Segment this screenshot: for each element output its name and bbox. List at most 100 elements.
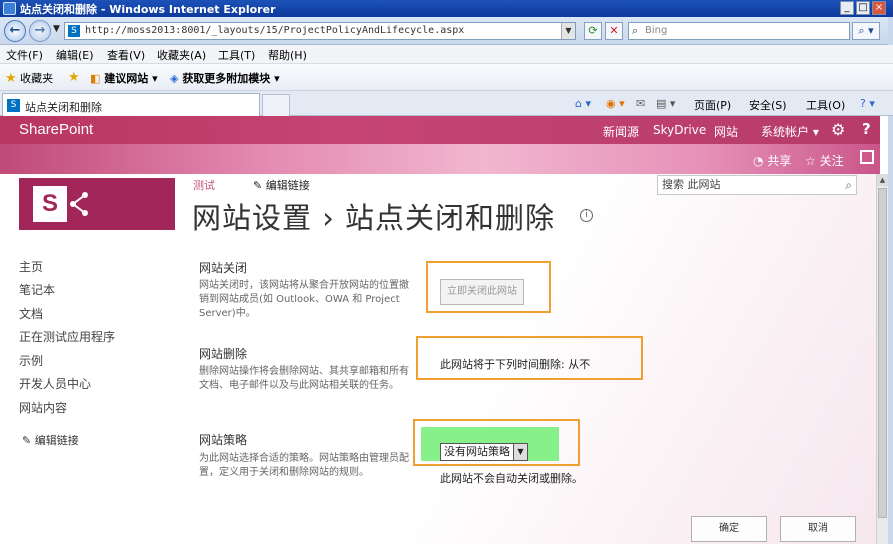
menu-edit[interactable]: 编辑(E) (56, 47, 94, 63)
tab-title: 站点关闭和删除 (25, 101, 102, 114)
search-placeholder: Bing (645, 25, 668, 36)
edit-links-top[interactable]: ✎ 编辑链接 (253, 177, 310, 193)
ribbon-bar: ◔ 共享 ☆ 关注 (0, 144, 880, 174)
new-tab-button[interactable] (262, 94, 290, 116)
close-section-description: 网站关闭时，该网站将从聚合开放网站的位置撤销到网站成员(如 Outlook、OW… (199, 280, 409, 319)
edit-links-nav[interactable]: ✎ 编辑链接 (22, 432, 79, 448)
suite-link-sites[interactable]: 网站 (714, 123, 738, 140)
policy-section-heading: 网站策略 (199, 433, 248, 447)
edit-links-nav-label: 编辑链接 (34, 434, 79, 447)
get-addons-button[interactable]: ◈ 获取更多附加模块 ▾ (170, 70, 280, 86)
settings-gear-icon[interactable]: ⚙ (831, 120, 845, 139)
read-mail-icon[interactable]: ✉ (636, 97, 645, 110)
browser-tab[interactable]: S 站点关闭和删除 (2, 93, 260, 116)
print-icon[interactable]: ▤ ▾ (656, 97, 675, 110)
menu-help[interactable]: 帮助(H) (268, 47, 307, 63)
account-name: 系统帐户 (761, 125, 810, 139)
search-go-button[interactable]: ⌕ ▾ (852, 22, 880, 40)
delete-section-description: 删除网站操作将会删除网站、其共享邮箱和所有文档、电子邮件以及与此网站相关联的任务… (199, 366, 409, 391)
page-menu[interactable]: 页面(P) (694, 97, 731, 113)
stop-icon[interactable]: ✕ (605, 22, 623, 40)
site-logo[interactable]: S (19, 178, 175, 230)
suggested-sites-button[interactable]: ◧ 建议网站 ▾ (90, 70, 158, 86)
share-label: 共享 (767, 154, 792, 168)
close-window-button[interactable]: × (872, 1, 886, 15)
scroll-up-icon[interactable]: ▲ (877, 174, 888, 186)
cancel-button[interactable]: 取消 (780, 516, 856, 542)
close-site-now-button[interactable]: 立即关闭此网站 (440, 279, 524, 305)
add-favorite-icon[interactable]: ★ (68, 70, 80, 85)
info-icon[interactable]: i (580, 209, 593, 222)
address-url: http://moss2013:8001/_layouts/15/Project… (85, 25, 465, 36)
addons-icon: ◈ (170, 72, 179, 85)
delete-schedule-text: 此网站将于下列时间删除: 从不 (440, 358, 591, 371)
help-icon[interactable]: ? ▾ (860, 97, 875, 110)
pencil-icon: ✎ (22, 434, 32, 447)
address-dropdown-icon[interactable]: ▼ (561, 23, 575, 39)
safety-menu[interactable]: 安全(S) (749, 97, 787, 113)
breadcrumb-site-link[interactable]: 测试 (193, 177, 215, 193)
tab-sharepoint-icon: S (7, 99, 20, 112)
search-icon[interactable]: ⌕ (845, 176, 852, 194)
favorites-button[interactable]: ★ 收藏夹 (5, 70, 53, 86)
minimize-button[interactable]: _ (840, 1, 854, 15)
recent-pages-icon[interactable]: ▼ (53, 24, 60, 34)
home-icon[interactable]: ⌂ ▾ (575, 97, 591, 110)
tools-menu[interactable]: 工具(O) (806, 97, 845, 113)
sharepoint-suite-bar: SharePoint 新闻源 SkyDrive 网站 系统帐户 ▾ ⚙ ? (0, 116, 880, 144)
focus-on-content-icon[interactable] (860, 150, 874, 164)
sharepoint-favicon: S (68, 25, 80, 37)
chevron-down-icon: ▾ (812, 125, 819, 139)
favorites-bar: ★ 收藏夹 ★ ◧ 建议网站 ▾ ◈ 获取更多附加模块 ▾ (0, 64, 893, 91)
nav-developer-center[interactable]: 开发人员中心 (19, 375, 91, 392)
suite-link-skydrive[interactable]: SkyDrive (653, 123, 706, 137)
get-addons-label: 获取更多附加模块 (182, 72, 271, 85)
menu-view[interactable]: 查看(V) (107, 47, 145, 63)
site-policy-select[interactable]: 没有网站策略 ▼ (440, 443, 528, 461)
site-search-placeholder: 搜索 此网站 (662, 178, 721, 191)
follow-button[interactable]: ☆ 关注 (805, 152, 844, 169)
nav-notebook[interactable]: 笔记本 (19, 281, 55, 298)
feeds-icon[interactable]: ◉ ▾ (606, 97, 625, 110)
account-menu[interactable]: 系统帐户 ▾ (761, 123, 819, 140)
follow-label: 关注 (819, 154, 844, 168)
nav-apps-in-testing[interactable]: 正在测试应用程序 (19, 328, 115, 345)
nav-home[interactable]: 主页 (19, 258, 43, 275)
nav-documents[interactable]: 文档 (19, 305, 43, 322)
site-policy-value: 没有网站策略 (444, 445, 510, 458)
search-icon: ⌕ (632, 24, 639, 37)
menu-bar: 文件(F) 编辑(E) 查看(V) 收藏夹(A) 工具(T) 帮助(H) (0, 45, 893, 64)
help-question-icon[interactable]: ? (862, 120, 871, 138)
logo-network-icon (70, 192, 88, 216)
back-button[interactable]: ← (4, 20, 26, 42)
forward-button[interactable]: → (29, 20, 51, 42)
delete-section-heading: 网站删除 (199, 347, 248, 361)
pencil-icon: ✎ (253, 179, 263, 192)
suite-link-newsfeed[interactable]: 新闻源 (603, 123, 639, 140)
search-input[interactable]: ⌕ Bing (628, 22, 850, 40)
page-title: 网站设置 › 站点关闭和删除 (192, 201, 556, 235)
star-icon: ☆ (805, 154, 816, 168)
site-search-input[interactable]: 搜索 此网站 ⌕ (657, 175, 857, 195)
ok-button[interactable]: 确定 (691, 516, 767, 542)
policy-note-text: 此网站不会自动关闭或删除。 (440, 472, 583, 485)
sharepoint-logo-icon: S (33, 186, 67, 222)
suggested-sites-icon: ◧ (90, 72, 101, 85)
ie-app-icon (3, 2, 16, 15)
refresh-icon[interactable]: ⟳ (584, 22, 602, 40)
address-input[interactable]: S http://moss2013:8001/_layouts/15/Proje… (64, 22, 576, 40)
menu-favorites[interactable]: 收藏夹(A) (157, 47, 206, 63)
share-button[interactable]: ◔ 共享 (753, 152, 791, 169)
nav-samples[interactable]: 示例 (19, 352, 43, 369)
menu-file[interactable]: 文件(F) (6, 47, 43, 63)
menu-tools[interactable]: 工具(T) (218, 47, 255, 63)
vertical-scrollbar[interactable]: ▲ (876, 174, 888, 544)
edit-links-label: 编辑链接 (265, 179, 310, 192)
sharepoint-brand[interactable]: SharePoint (19, 121, 93, 138)
maximize-button[interactable]: □ (856, 1, 870, 15)
window-title: 站点关闭和删除 - Windows Internet Explorer (20, 3, 276, 16)
close-section-heading: 网站关闭 (199, 261, 248, 275)
scroll-thumb[interactable] (878, 188, 887, 518)
favorites-star-icon: ★ (5, 71, 17, 86)
nav-site-contents[interactable]: 网站内容 (19, 399, 67, 416)
